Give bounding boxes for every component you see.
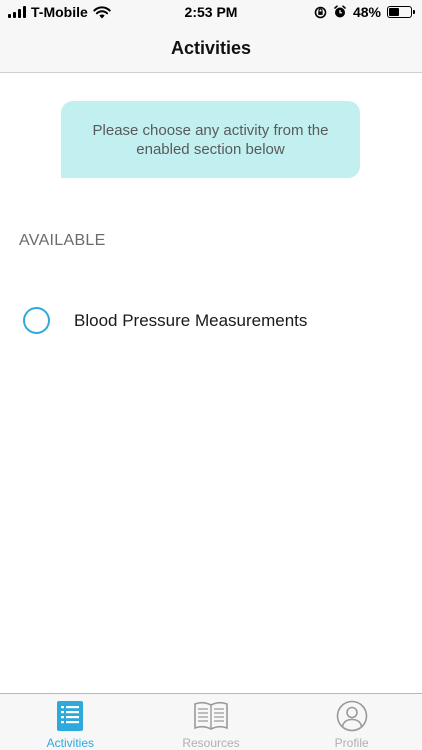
- list-icon: [57, 701, 84, 731]
- radio-circle-icon[interactable]: [23, 307, 50, 334]
- tab-label-profile: Profile: [334, 736, 369, 750]
- battery-level-fill: [389, 8, 400, 16]
- battery-icon: [387, 6, 415, 18]
- tab-bar: Activities Resources Profile: [0, 693, 422, 750]
- orientation-lock-icon: [314, 6, 327, 18]
- wifi-icon: [93, 5, 111, 18]
- person-icon: [336, 700, 367, 732]
- tab-label-resources: Resources: [182, 736, 240, 750]
- book-icon: [194, 701, 228, 730]
- section-header-available: AVAILABLE: [19, 232, 106, 249]
- activity-item-blood-pressure[interactable]: Blood Pressure Measurements: [0, 300, 422, 342]
- page-title: Activities: [170, 37, 252, 58]
- tab-activities[interactable]: Activities: [0, 694, 141, 750]
- activities-screen: T-Mobile 2:53 PM 48% Activities Please c…: [0, 0, 422, 750]
- status-left: T-Mobile: [8, 4, 111, 20]
- instruction-text: Please choose any activity from the enab…: [92, 121, 329, 158]
- status-bar: T-Mobile 2:53 PM 48%: [0, 0, 422, 24]
- carrier-label: T-Mobile: [31, 4, 88, 20]
- tab-resources[interactable]: Resources: [141, 694, 282, 750]
- alarm-icon: [334, 5, 346, 18]
- navigation-bar: Activities: [0, 24, 422, 73]
- tab-profile[interactable]: Profile: [281, 694, 422, 750]
- activity-label: Blood Pressure Measurements: [74, 311, 308, 330]
- signal-icon: [8, 6, 26, 18]
- status-right: 48%: [314, 4, 415, 20]
- instruction-bubble: Please choose any activity from the enab…: [61, 101, 360, 178]
- tab-label-activities: Activities: [46, 736, 94, 750]
- battery-percent: 48%: [352, 4, 381, 20]
